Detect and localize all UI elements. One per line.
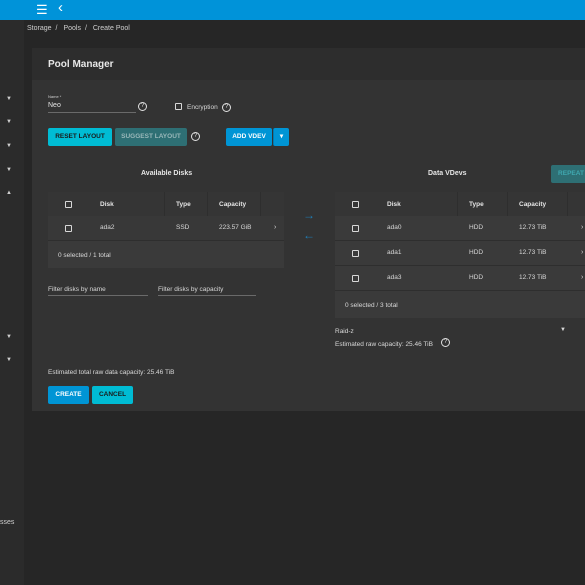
chevron-up-icon[interactable]: ▲ (6, 190, 12, 196)
selection-count: 0 selected / 3 total (345, 302, 398, 309)
chevron-down-icon[interactable]: ▼ (6, 167, 12, 173)
breadcrumb-storage[interactable]: Storage (27, 25, 52, 32)
add-vdev-button[interactable]: ADD VDEV (226, 128, 272, 146)
name-field-label: Name * (48, 94, 62, 99)
table-header: Disk Type Capacity (48, 192, 284, 216)
disk-type: HDD (469, 274, 484, 281)
repeat-button[interactable]: REPEAT (551, 165, 585, 183)
encryption-label: Encryption (187, 104, 218, 111)
help-icon[interactable]: ? (191, 132, 200, 141)
help-icon[interactable]: ? (222, 103, 231, 112)
disk-capacity: 12.73 TiB (519, 249, 547, 256)
column-header-capacity[interactable]: Capacity (219, 201, 246, 208)
column-header-disk[interactable]: Disk (387, 201, 401, 208)
select-all-checkbox[interactable] (352, 201, 359, 208)
column-header-disk[interactable]: Disk (100, 201, 114, 208)
chevron-right-icon[interactable]: › (581, 274, 583, 281)
caret-down-icon[interactable]: ▼ (560, 327, 566, 333)
filter-by-name-input[interactable]: Filter disks by name (48, 286, 106, 293)
selection-count: 0 selected / 1 total (58, 252, 111, 259)
disk-type: SSD (176, 224, 190, 231)
disk-name: ada2 (100, 224, 115, 231)
move-left-arrow-icon[interactable]: ← (303, 228, 315, 242)
disk-name: ada0 (387, 224, 402, 231)
name-input-underline (48, 112, 136, 113)
chevron-down-icon[interactable]: ▼ (6, 357, 12, 363)
breadcrumb: Storage / Pools / Create Pool (27, 25, 134, 32)
help-icon[interactable]: ? (441, 338, 450, 347)
name-input[interactable]: Neo (48, 102, 61, 109)
row-checkbox[interactable] (352, 250, 359, 257)
row-checkbox[interactable] (352, 225, 359, 232)
top-bar: ☰ ‹ (0, 0, 585, 20)
vdev-layout-select[interactable]: Raid-z (335, 328, 354, 335)
data-vdevs-title: Data VDevs (428, 170, 467, 177)
sidebar-item-label[interactable]: sses (0, 519, 14, 526)
breadcrumb-pools[interactable]: Pools (63, 25, 81, 32)
chevron-down-icon[interactable]: ▼ (6, 119, 12, 125)
estimated-raw-capacity: Estimated raw capacity: 25.46 TiB (335, 341, 433, 348)
sidebar: ▼ ▼ ▼ ▼ ▲ ▼ ▼ sses (0, 20, 24, 585)
disk-type: HDD (469, 249, 484, 256)
caret-down-icon: ▾ (279, 133, 284, 140)
chevron-down-icon[interactable]: ▼ (6, 143, 12, 149)
disk-name: ada3 (387, 274, 402, 281)
add-vdev-dropdown-button[interactable]: ▾ (273, 128, 289, 146)
chevron-right-icon[interactable]: › (274, 224, 276, 231)
move-right-arrow-icon[interactable]: → (303, 208, 315, 222)
card-header: Pool Manager (32, 48, 585, 80)
data-vdevs-table: Disk Type Capacity ada0 HDD 12.73 TiB › … (335, 192, 585, 318)
select-all-checkbox[interactable] (65, 201, 72, 208)
reset-layout-button[interactable]: RESET LAYOUT (48, 128, 112, 146)
breadcrumb-create-pool: Create Pool (92, 25, 130, 32)
table-row[interactable]: ada3 HDD 12.73 TiB › (335, 266, 585, 290)
page-title: Pool Manager (48, 59, 114, 70)
row-checkbox[interactable] (65, 225, 72, 232)
row-checkbox[interactable] (352, 275, 359, 282)
chevron-down-icon[interactable]: ▼ (6, 334, 12, 340)
encryption-checkbox[interactable] (175, 103, 182, 110)
table-row[interactable]: ada2 SSD 223.57 GiB › (48, 216, 284, 240)
chevron-right-icon[interactable]: › (581, 224, 583, 231)
menu-icon[interactable]: ☰ (36, 2, 48, 18)
disk-capacity: 12.73 TiB (519, 274, 547, 281)
breadcrumb-separator: / (55, 25, 58, 32)
column-header-type[interactable]: Type (469, 201, 484, 208)
help-icon[interactable]: ? (138, 102, 147, 111)
suggest-layout-button[interactable]: SUGGEST LAYOUT (115, 128, 187, 146)
back-chevron-icon[interactable]: ‹ (58, 0, 63, 16)
disk-type: HDD (469, 224, 484, 231)
chevron-right-icon[interactable]: › (581, 249, 583, 256)
estimated-total-capacity: Estimated total raw data capacity: 25.46… (48, 369, 175, 376)
disk-name: ada1 (387, 249, 402, 256)
table-header: Disk Type Capacity (335, 192, 585, 216)
disk-capacity: 223.57 GiB (219, 224, 252, 231)
disk-capacity: 12.73 TiB (519, 224, 547, 231)
column-header-capacity[interactable]: Capacity (519, 201, 546, 208)
available-disks-title: Available Disks (141, 170, 193, 177)
filter-by-capacity-input[interactable]: Filter disks by capacity (158, 286, 223, 293)
pool-manager-card: Pool Manager Name * Neo ? Encryption ? R… (32, 48, 585, 411)
column-header-type[interactable]: Type (176, 201, 191, 208)
create-button[interactable]: CREATE (48, 386, 89, 404)
table-row[interactable]: ada1 HDD 12.73 TiB › (335, 241, 585, 265)
breadcrumb-separator: / (84, 25, 87, 32)
table-row[interactable]: ada0 HDD 12.73 TiB › (335, 216, 585, 240)
chevron-down-icon[interactable]: ▼ (6, 96, 12, 102)
available-disks-table: Disk Type Capacity ada2 SSD 223.57 GiB ›… (48, 192, 284, 268)
cancel-button[interactable]: CANCEL (92, 386, 133, 404)
